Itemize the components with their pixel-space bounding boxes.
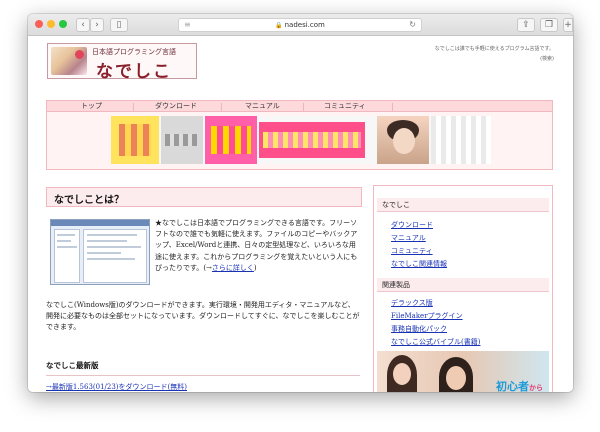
nav-top[interactable]: トップ	[81, 101, 102, 112]
tagline-search[interactable]: (検索)	[435, 55, 554, 62]
latest-download-link[interactable]: →最新版1.563(01/23)をダウンロード(無料)	[46, 382, 187, 392]
close-window-button[interactable]	[35, 20, 43, 28]
sidebar-link-download[interactable]: ダウンロード	[391, 220, 433, 230]
banner-area	[46, 112, 553, 170]
minimize-window-button[interactable]	[47, 20, 55, 28]
sidebar-link-deluxe[interactable]: デラックス版	[391, 298, 433, 308]
sidebar: なでしこ ダウンロード マニュアル コミュニティ なでしこ関連情報 関連製品 デ…	[373, 185, 553, 392]
site-tagline: なでしこは誰でも手軽に使えるプログラム言語です。 (検索)	[434, 46, 554, 62]
sidebar-heading-nadeshiko: なでしこ	[377, 198, 549, 212]
nav-divider	[221, 103, 222, 111]
nav-divider	[392, 103, 393, 111]
nav-download[interactable]: ダウンロード	[155, 101, 197, 112]
share-icon[interactable]: ⇪	[517, 18, 535, 32]
page-title: なでしことは？	[54, 195, 124, 206]
app-screenshot	[50, 219, 150, 285]
sidebar-link-manual[interactable]: マニュアル	[391, 233, 426, 243]
nav-divider	[303, 103, 304, 111]
sidebar-link-bible[interactable]: なでしこ公式バイブル(書籍)	[391, 337, 480, 347]
web-page: 日本語プログラミング言語 なでしこ なでしこは誰でも手軽に使えるプログラム言語で…	[28, 37, 573, 392]
address-bar[interactable]: ≡ 🔒 nadesi.com ↻	[178, 18, 422, 32]
sidebar-link-community[interactable]: コミュニティ	[391, 246, 433, 256]
sidebar-link-office-pack[interactable]: 事務自動化パック	[391, 324, 447, 334]
sidebar-ad[interactable]: 初心者から	[377, 351, 549, 392]
sidebar-heading-products: 関連製品	[377, 278, 549, 292]
sidebar-toggle-icon[interactable]: ▯	[110, 18, 128, 32]
download-paragraph: なでしこ(Windows版)のダウンロードができます。実行環境・開発用エディタ・…	[46, 301, 360, 331]
back-arrow-icon[interactable]: ‹	[76, 18, 90, 32]
nav-community[interactable]: コミュニティ	[324, 101, 366, 112]
site-logo[interactable]: 日本語プログラミング言語 なでしこ	[47, 43, 197, 82]
logo-image	[51, 47, 87, 75]
reload-icon[interactable]: ↻	[409, 19, 416, 31]
ad-banner[interactable]	[111, 116, 491, 164]
browser-window: ‹ › ▯ ≡ 🔒 nadesi.com ↻ ⇪ ❐ + 日本語プログラミング言語…	[28, 14, 573, 392]
new-tab-icon[interactable]: +	[563, 18, 573, 32]
sidebar-ad-text: 初心者から	[496, 380, 543, 392]
latest-version-heading: なでしこ最新版	[46, 360, 360, 376]
sidebar-link-filemaker[interactable]: FileMakerプラグイン	[391, 311, 463, 321]
nav-divider	[133, 103, 134, 111]
lock-icon: 🔒	[275, 22, 283, 29]
reader-icon[interactable]: ≡	[184, 19, 191, 31]
logo-title: なでしこ	[96, 62, 172, 82]
browser-toolbar: ‹ › ▯ ≡ 🔒 nadesi.com ↻ ⇪ ❐ +	[28, 14, 573, 36]
tabs-icon[interactable]: ❐	[540, 18, 558, 32]
zoom-window-button[interactable]	[59, 20, 67, 28]
more-details-link[interactable]: さらに詳しく	[212, 264, 254, 272]
url-text: nadesi.com	[284, 21, 325, 29]
section-header: なでしことは？	[46, 187, 362, 207]
nav-manual[interactable]: マニュアル	[245, 101, 280, 112]
forward-arrow-icon[interactable]: ›	[90, 18, 104, 32]
intro-text: ★なでしこは日本語でプログラミングできる言語です。フリーソフトなので誰でも気軽に…	[155, 219, 358, 272]
main-nav: トップ ダウンロード マニュアル コミュニティ	[46, 100, 553, 112]
logo-subtitle: 日本語プログラミング言語	[92, 48, 176, 56]
sidebar-link-related-info[interactable]: なでしこ関連情報	[391, 259, 447, 269]
